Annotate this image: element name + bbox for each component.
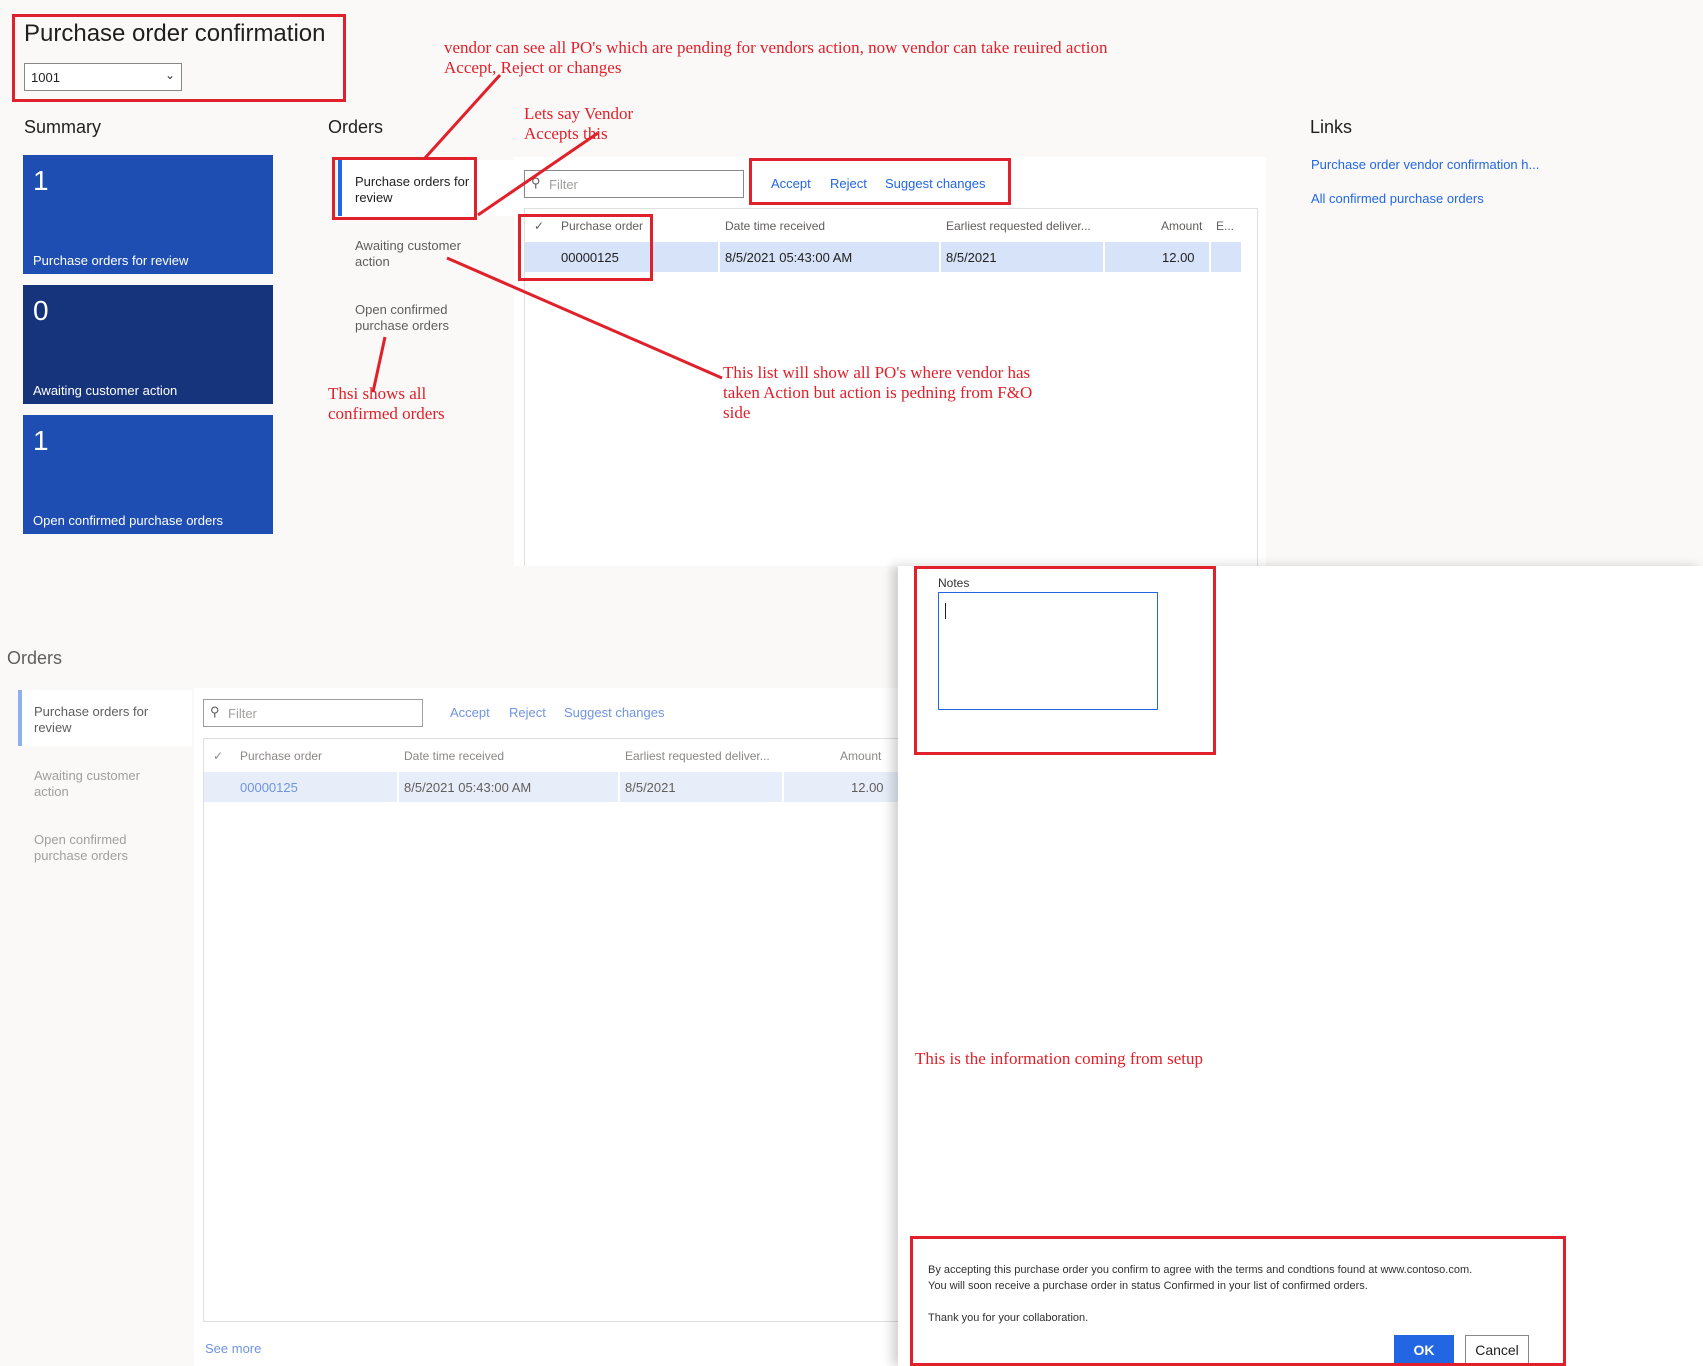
arrow-line	[423, 73, 502, 160]
annotation-arrows	[371, 73, 723, 393]
annotation-thsi-shows: Thsi shows all confirmed orders	[328, 384, 445, 423]
annotation-lets-say: Lets say Vendor Accepts this	[524, 104, 634, 143]
annotation-vendor-can-see: vendor can see all PO's which are pendin…	[444, 38, 1108, 77]
arrow-line	[446, 256, 723, 380]
arrow-line	[477, 131, 599, 217]
annotation-info-setup: This is the information coming from setu…	[915, 1049, 1204, 1068]
annotation-list-will-show: This list will show all PO's where vendo…	[723, 363, 1033, 422]
